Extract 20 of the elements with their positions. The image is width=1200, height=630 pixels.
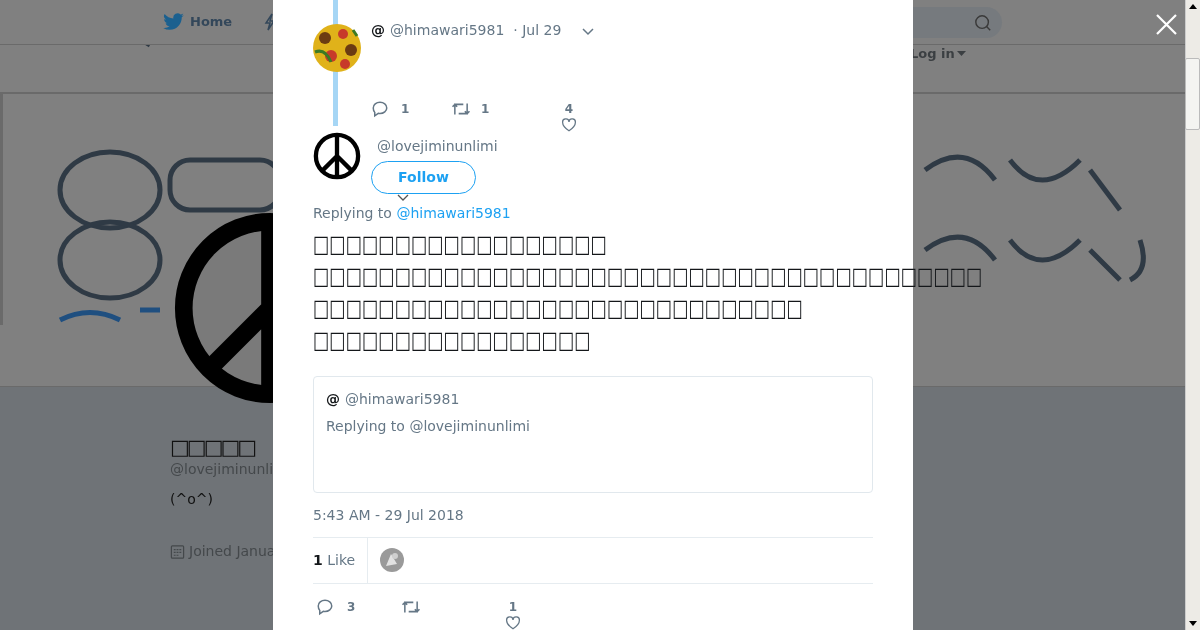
author-handle[interactable]: @himawari5981 — [390, 19, 505, 41]
tweet-date[interactable]: · Jul 29 — [513, 19, 562, 41]
author-handle[interactable]: @lovejiminunlimi — [377, 137, 498, 155]
reply-count: 1 — [401, 101, 410, 118]
reply-count: 3 — [347, 599, 356, 616]
like-total[interactable]: 1 Like — [313, 549, 356, 571]
profile-bio: (^o^) — [170, 490, 214, 509]
retweet-count: 1 — [481, 101, 490, 118]
quoted-author-handle: @himawari5981 — [345, 390, 460, 409]
replying-to-text: Replying to @himawari5981 — [313, 204, 512, 222]
tweet-timestamp: 5:43 AM - 29 Jul 2018 — [313, 505, 465, 524]
quoted-replying-text: Replying to @lovejiminunlimi — [326, 417, 531, 436]
tweet-text: □□□□□□□□□□□□□□□□□□ □□□□□□□□□□□□□□□□□□□□□□□□□□□□□□□□□□□□□□□□□ □□□□□□□□□□□□□□□□□□□□□□□□□□□□□□ □□□□□□□□□□□□□□□□□ — [313, 229, 983, 356]
profile-name: □□□□□ — [170, 435, 256, 459]
like-count: 4 — [564, 101, 574, 118]
quoted-author-name: @ — [326, 390, 340, 409]
like-count: 1 — [508, 599, 518, 616]
mention-link[interactable]: @himawari5981 — [396, 205, 511, 221]
author-name[interactable]: @ — [371, 19, 385, 41]
quoted-tweet-card[interactable]: @ @himawari5981 Replying to @lovejiminunlimi — [313, 376, 873, 493]
